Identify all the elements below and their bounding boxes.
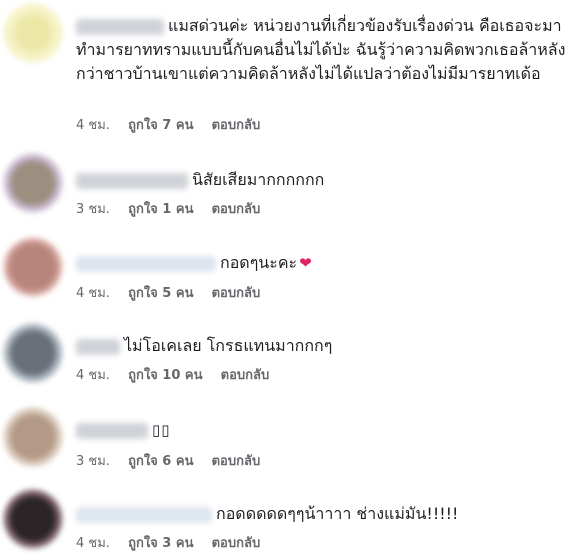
avatar[interactable] — [4, 154, 62, 212]
heart-icon: ❤ — [299, 254, 312, 272]
reply-button[interactable]: ตอบกลับ — [212, 118, 261, 133]
like-button[interactable]: ถูกใจ 10 คน — [128, 368, 202, 383]
reply-button[interactable]: ตอบกลับ — [212, 202, 261, 217]
comment-meta: 3 ชม. ถูกใจ 1 คน ตอบกลับ — [76, 202, 274, 218]
avatar[interactable] — [4, 490, 62, 548]
avatar[interactable] — [4, 324, 62, 382]
comment-meta: 3 ชม. ถูกใจ 6 คน ตอบกลับ — [76, 454, 274, 470]
comment-text: นิสัยเสียมากกกกกก — [192, 170, 325, 189]
comment-body: นิสัยเสียมากกกกกก — [76, 168, 324, 192]
blurred-username[interactable] — [76, 422, 148, 439]
comment-body: แมสด่วนค่ะ หน่วยงานที่เกี่ยวข้องรับเรื่อ… — [76, 14, 570, 86]
comment-feed: แมสด่วนค่ะ หน่วยงานที่เกี่ยวข้องรับเรื่อ… — [0, 0, 576, 556]
comment-body: ไม่โอเคเลย โกรธแทนมากกกๆ — [76, 334, 332, 358]
comment-text: กอดดดดดๆๆน้าาาา ช่างแม่มัน!!!!! — [216, 504, 459, 523]
avatar[interactable] — [4, 4, 62, 62]
reply-button[interactable]: ตอบกลับ — [212, 454, 261, 469]
comment-meta: 4 ชม. ถูกใจ 10 คน ตอบกลับ — [76, 368, 283, 384]
comment-meta: 4 ชม. ถูกใจ 3 คน ตอบกลับ — [76, 536, 274, 552]
like-button[interactable]: ถูกใจ 7 คน — [128, 118, 193, 133]
comment-time[interactable]: 4 ชม. — [76, 368, 110, 383]
comment-meta: 4 ชม. ถูกใจ 5 คน ตอบกลับ — [76, 286, 274, 302]
like-button[interactable]: ถูกใจ 5 คน — [128, 286, 193, 301]
comment-text: กอดๆนะคะ — [220, 253, 298, 272]
reply-button[interactable]: ตอบกลับ — [221, 368, 270, 383]
comment-body: กอดๆนะคะ ❤ — [76, 251, 312, 275]
blurred-username[interactable] — [76, 255, 216, 272]
reply-button[interactable]: ตอบกลับ — [212, 536, 261, 551]
blurred-username[interactable] — [76, 18, 164, 35]
reply-button[interactable]: ตอบกลับ — [212, 286, 261, 301]
avatar[interactable] — [4, 238, 62, 296]
like-button[interactable]: ถูกใจ 1 คน — [128, 202, 193, 217]
comment-time[interactable]: 4 ชม. — [76, 286, 110, 301]
blurred-username[interactable] — [76, 506, 212, 523]
comment-time[interactable]: 3 ชม. — [76, 202, 110, 217]
comment-item: นิสัยเสียมากกกกกก 3 ชม. ถูกใจ 1 คน ตอบกล… — [0, 150, 576, 230]
comment-item: ▯▯ 3 ชม. ถูกใจ 6 คน ตอบกลับ — [0, 406, 576, 486]
comment-item: ไม่โอเคเลย โกรธแทนมากกกๆ 4 ชม. ถูกใจ 10 … — [0, 320, 576, 400]
blurred-username[interactable] — [76, 338, 120, 355]
comment-item: กอดๆนะคะ ❤ 4 ชม. ถูกใจ 5 คน ตอบกลับ — [0, 236, 576, 316]
comment-meta: 4 ชม. ถูกใจ 7 คน ตอบกลับ — [76, 118, 274, 134]
like-button[interactable]: ถูกใจ 6 คน — [128, 454, 193, 469]
comment-text: ▯▯ — [152, 421, 171, 439]
comment-item: กอดดดดดๆๆน้าาาา ช่างแม่มัน!!!!! 4 ชม. ถู… — [0, 488, 576, 556]
like-button[interactable]: ถูกใจ 3 คน — [128, 536, 193, 551]
comment-time[interactable]: 3 ชม. — [76, 454, 110, 469]
comment-item: แมสด่วนค่ะ หน่วยงานที่เกี่ยวข้องรับเรื่อ… — [0, 0, 576, 140]
comment-time[interactable]: 4 ชม. — [76, 536, 110, 551]
comment-body: ▯▯ — [76, 418, 171, 442]
comment-text: ไม่โอเคเลย โกรธแทนมากกกๆ — [124, 336, 333, 355]
blurred-username[interactable] — [76, 172, 188, 189]
comment-body: กอดดดดดๆๆน้าาาา ช่างแม่มัน!!!!! — [76, 502, 458, 526]
avatar[interactable] — [4, 408, 62, 466]
comment-time[interactable]: 4 ชม. — [76, 118, 110, 133]
